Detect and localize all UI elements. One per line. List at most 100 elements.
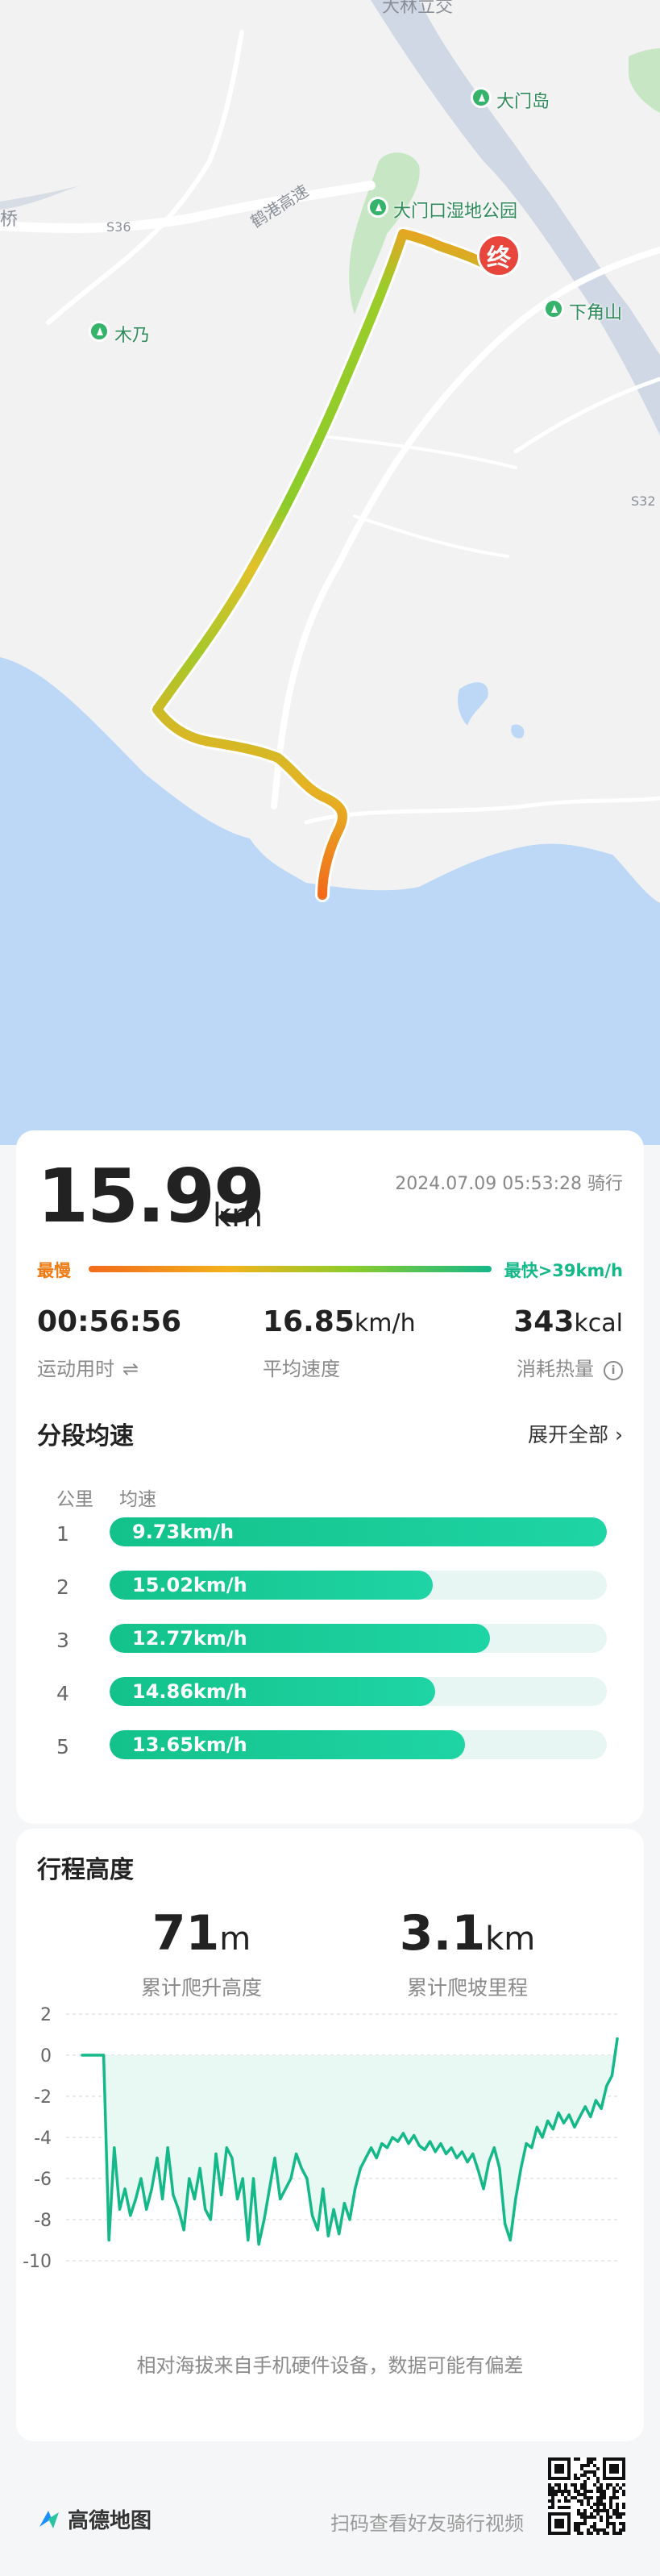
qr-module [561, 2490, 564, 2493]
qr-module [619, 2532, 622, 2535]
qr-module [622, 2503, 625, 2506]
qr-module [622, 2525, 625, 2528]
segment-bar: 12.77km/h [110, 1624, 607, 1653]
qr-module [593, 2503, 596, 2506]
qr-module [577, 2512, 580, 2516]
qr-module [590, 2512, 593, 2516]
qr-module [574, 2490, 577, 2493]
qr-module [548, 2506, 551, 2509]
qr-module [574, 2522, 577, 2525]
qr-module [554, 2483, 558, 2487]
segment-speed: 12.77km/h [132, 1627, 247, 1650]
distance-unit: km [213, 1197, 264, 1234]
qr-module [590, 2506, 593, 2509]
qr-module [551, 2506, 554, 2509]
poi-label[interactable]: 木乃 [114, 321, 150, 347]
qr-module [596, 2509, 600, 2512]
qr-module [596, 2477, 600, 2480]
qr-finder-center [554, 2519, 564, 2528]
qr-module [619, 2487, 622, 2490]
poi-icon [89, 321, 110, 342]
segment-index: 4 [56, 1682, 69, 1705]
elevation-card: 行程高度 71m 累计爬升高度 3.1km 累计爬坡里程 2 0 -2 -4 -6 -8 -… [16, 1829, 644, 2441]
qr-module [580, 2503, 583, 2506]
qr-module [593, 2464, 596, 2467]
map-label-top: 大林立交 [382, 0, 454, 17]
qr-module [580, 2483, 583, 2487]
qr-module [596, 2506, 600, 2509]
chart-y-tick-label: -10 [23, 2252, 52, 2272]
chart-y-tick-label: 0 [40, 2046, 52, 2066]
qr-module [609, 2483, 612, 2487]
qr-finder-center [609, 2464, 619, 2474]
qr-module [590, 2461, 593, 2464]
qr-module [583, 2516, 587, 2519]
qr-module [580, 2522, 583, 2525]
qr-module [587, 2464, 590, 2467]
qr-module [622, 2483, 625, 2487]
poi-label[interactable]: 下角山 [569, 298, 622, 324]
qr-module [571, 2496, 574, 2499]
stat-calories-label[interactable]: 消耗热量 i [517, 1353, 623, 1381]
qr-module [616, 2532, 619, 2535]
chart-y-tick-label: -4 [34, 2129, 52, 2149]
qr-module [577, 2490, 580, 2493]
qr-module [583, 2490, 587, 2493]
qr-code[interactable] [548, 2457, 625, 2535]
swap-icon[interactable]: ⇌ [122, 1358, 139, 1380]
map-label-road-code-left: S36 [106, 219, 131, 235]
qr-module [548, 2483, 551, 2487]
qr-module [577, 2509, 580, 2512]
qr-module [580, 2499, 583, 2503]
expand-all-button[interactable]: 展开全部 › [528, 1419, 623, 1448]
qr-module [554, 2493, 558, 2496]
qr-module [603, 2528, 606, 2532]
qr-module [574, 2477, 577, 2480]
qr-module [616, 2506, 619, 2509]
qr-module [590, 2490, 593, 2493]
qr-module [593, 2474, 596, 2477]
qr-module [596, 2512, 600, 2516]
qr-module [606, 2519, 609, 2522]
qr-module [590, 2516, 593, 2519]
qr-module [603, 2509, 606, 2512]
segment-index: 1 [56, 1522, 69, 1546]
qr-module [616, 2516, 619, 2519]
qr-module [593, 2525, 596, 2528]
qr-module [593, 2483, 596, 2487]
qr-module [619, 2528, 622, 2532]
qr-module [606, 2516, 609, 2519]
qr-module [600, 2483, 603, 2487]
climb-label: 累计爬升高度 [140, 1976, 262, 2000]
route-end-marker: 终 [477, 234, 521, 277]
qr-module [577, 2532, 580, 2535]
qr-module [577, 2522, 580, 2525]
qr-module [551, 2487, 554, 2490]
qr-module [577, 2499, 580, 2503]
speed-legend-slow: 最慢 [37, 1261, 71, 1280]
qr-module [587, 2532, 590, 2535]
qr-module [596, 2528, 600, 2532]
qr-module [574, 2474, 577, 2477]
route-map[interactable] [0, 0, 660, 1145]
qr-module [577, 2525, 580, 2528]
qr-module [574, 2525, 577, 2528]
speed-legend-gradient [89, 1266, 492, 1272]
qr-module [564, 2487, 567, 2490]
stat-duration-label[interactable]: 运动用时 ⇌ [37, 1353, 139, 1381]
qr-module [616, 2496, 619, 2499]
qr-module [622, 2490, 625, 2493]
qr-module [603, 2496, 606, 2499]
qr-module [609, 2503, 612, 2506]
poi-label[interactable]: 大门岛 [496, 87, 550, 113]
qr-module [564, 2506, 567, 2509]
segment-bar: 13.65km/h [110, 1730, 607, 1759]
poi-label[interactable]: 大门口湿地公园 [393, 197, 517, 223]
qr-module [622, 2493, 625, 2496]
qr-module [616, 2483, 619, 2487]
qr-module [593, 2522, 596, 2525]
qr-module [600, 2487, 603, 2490]
qr-module [612, 2522, 616, 2525]
chart-y-tick-label: -6 [34, 2170, 52, 2190]
info-icon[interactable]: i [604, 1361, 623, 1380]
